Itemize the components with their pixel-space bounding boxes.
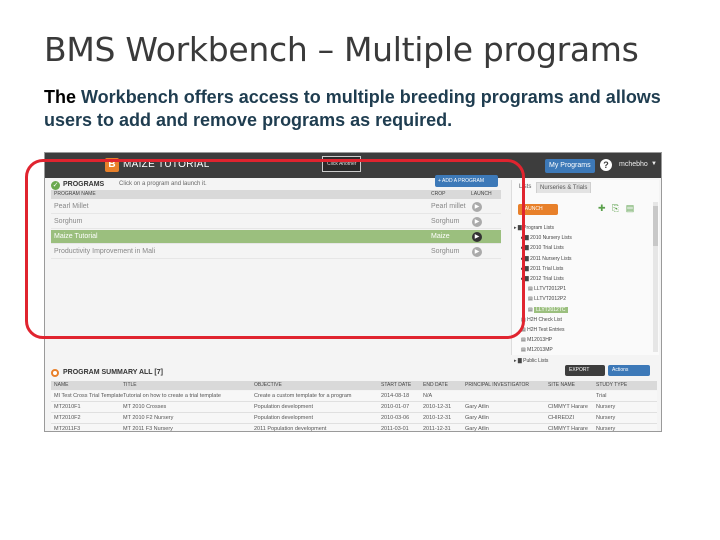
summary-cell: Create a custom template for a program: [254, 393, 352, 399]
slide-title: BMS Workbench – Multiple programs: [44, 30, 639, 69]
summary-column-header[interactable]: TITLE: [123, 381, 137, 390]
tree-node-label: 2012 Trial Lists: [530, 276, 564, 282]
summary-cell: MT 2010 Crosses: [123, 404, 167, 410]
summary-cell: Nursery: [596, 404, 616, 410]
summary-cell: 2010-12-31: [423, 404, 452, 410]
summary-row[interactable]: MI Test Cross Trial Template Tutorial on …: [51, 391, 657, 402]
summary-column-header[interactable]: START DATE: [381, 381, 411, 390]
summary-cell: Gary Atlin: [465, 426, 489, 432]
summary-cell: 2011-03-01: [381, 426, 409, 432]
summary-column-header[interactable]: END DATE: [423, 381, 448, 390]
tree-node[interactable]: ▤ LLYT2012TC: [528, 306, 568, 315]
summary-column-header[interactable]: PRINCIPAL INVESTIGATOR: [465, 381, 529, 390]
summary-column-header[interactable]: OBJECTIVE: [254, 381, 282, 390]
folder-icon: ▸ ▇: [514, 357, 524, 364]
tree-node[interactable]: ▤ M12013HP: [521, 336, 552, 345]
tree-node[interactable]: ▸ ▇ 2012 Trial Lists: [521, 275, 564, 284]
lists-scrollbar[interactable]: [653, 202, 658, 352]
tree-node[interactable]: ▤ H2H Check List: [521, 316, 562, 325]
summary-cell: Gary Atlin: [465, 404, 489, 410]
actions-button[interactable]: Actions: [608, 365, 650, 376]
summary-cell: MT 2011 F3 Nursery: [123, 426, 173, 432]
slide-description: The Workbench offers access to multiple …: [44, 86, 684, 132]
tree-node[interactable]: ▸ ▇ Public Lists: [514, 357, 548, 366]
summary-row[interactable]: MT2010F2 MT 2010 F2 Nursery Population dev…: [51, 413, 657, 424]
summary-cell: MT 2010 F2 Nursery: [123, 415, 174, 421]
tree-node[interactable]: ▤ LLTVT2012P1: [528, 285, 566, 294]
tree-node[interactable]: ▸ ▇ 2011 Trial Lists: [521, 265, 563, 274]
tree-node-label: Program Lists: [523, 225, 554, 231]
description-rest: Workbench offers access to multiple bree…: [44, 87, 661, 130]
summary-cell: 2010-03-06: [381, 415, 410, 421]
summary-cell: Nursery: [596, 415, 616, 421]
highlight-outline: [25, 159, 525, 339]
summary-cell: MI Test Cross Trial Template: [54, 393, 124, 399]
tree-node[interactable]: ▤ M12013MP: [521, 346, 553, 355]
summary-cell: N/A: [423, 393, 433, 399]
tree-node-label: LLTVT2012P2: [534, 296, 566, 303]
tab-nurseries-trials[interactable]: Nurseries & Trials: [536, 182, 592, 193]
my-programs-button[interactable]: My Programs: [545, 159, 595, 173]
summary-cell: CIMMYT Harare: [548, 404, 588, 410]
tree-node[interactable]: ▸ ▇ 2011 Nursery Lists: [521, 255, 571, 264]
tree-node-label: LLYT2012TC: [534, 306, 568, 313]
tree-node-label: 2011 Nursery Lists: [530, 255, 572, 262]
tree-node-label: H2H Check List: [527, 316, 562, 323]
summary-cell: Trial: [596, 393, 607, 399]
tree-node-label: 2011 Trial Lists: [530, 265, 564, 272]
tree-node[interactable]: ▤ LLTVT2012P2: [528, 295, 566, 304]
summary-cell: MT2010F1: [54, 404, 81, 410]
tree-node-label: LLTVT2012P1: [534, 286, 566, 293]
tree-node-label: 2010 Nursery Lists: [530, 235, 572, 242]
summary-table-header: NAME TITLE OBJECTIVE START DATE END DATE PRIN…: [51, 381, 657, 390]
tree-node-label: M12013MP: [527, 347, 553, 354]
summary-cell: Tutorial on how to create a trial templa…: [123, 393, 221, 399]
summary-column-header[interactable]: NAME: [54, 381, 68, 390]
summary-cell: Nursery: [596, 426, 616, 432]
summary-column-header[interactable]: STUDY TYPE: [596, 381, 627, 390]
summary-cell: MT2011F3: [54, 426, 81, 432]
summary-cell: 2010-12-31: [423, 415, 452, 421]
summary-cell: Population development: [254, 404, 314, 410]
tree-node[interactable]: ▸ ▇ 2010 Trial Lists: [521, 244, 564, 253]
summary-column-header[interactable]: SITE NAME: [548, 381, 575, 390]
summary-cell: MT2010F2: [54, 415, 81, 421]
summary-cell: 2011 Population development: [254, 426, 327, 432]
summary-cell: CHIREDZI: [548, 415, 574, 421]
list-actions-icons[interactable]: ✚ ⎘ ▤: [598, 203, 636, 214]
tree-node-label: M12013HP: [527, 337, 553, 344]
tree-node[interactable]: ▤ H2H Test Entries: [521, 326, 565, 335]
description-lead: The: [44, 87, 77, 107]
lists-panel: Lists Nurseries & Trials LAUNCH ✚ ⎘ ▤ ▸ …: [511, 180, 659, 364]
summary-circle-icon: [51, 369, 59, 377]
summary-cell: CIMMYT Harare: [548, 426, 588, 432]
summary-cell: 2011-12-31: [423, 426, 451, 432]
tree-node[interactable]: ▸ ▇ 2010 Nursery Lists: [521, 234, 572, 243]
user-menu[interactable]: mchebho: [619, 161, 648, 168]
help-icon[interactable]: ?: [600, 159, 612, 171]
scrollbar-thumb[interactable]: [653, 206, 658, 246]
summary-cell: 2014-08-18: [381, 393, 410, 399]
summary-row[interactable]: MT2011F3 MT 2011 F3 Nursery 2011 Populatio…: [51, 424, 657, 432]
export-button[interactable]: EXPORT: [565, 365, 605, 376]
summary-cell: Population development: [254, 415, 314, 421]
summary-cell: 2010-01-07: [381, 404, 410, 410]
summary-row[interactable]: MT2010F1 MT 2010 Crosses Population develo…: [51, 402, 657, 413]
tree-node-label: H2H Test Entries: [527, 327, 565, 333]
summary-title: PROGRAM SUMMARY ALL [7]: [63, 369, 163, 376]
tree-node-label: Public Lists: [523, 357, 549, 364]
tree-node-label: 2010 Trial Lists: [530, 245, 564, 252]
summary-cell: Gary Atlin: [465, 415, 489, 421]
chevron-down-icon[interactable]: ▼: [651, 161, 657, 167]
